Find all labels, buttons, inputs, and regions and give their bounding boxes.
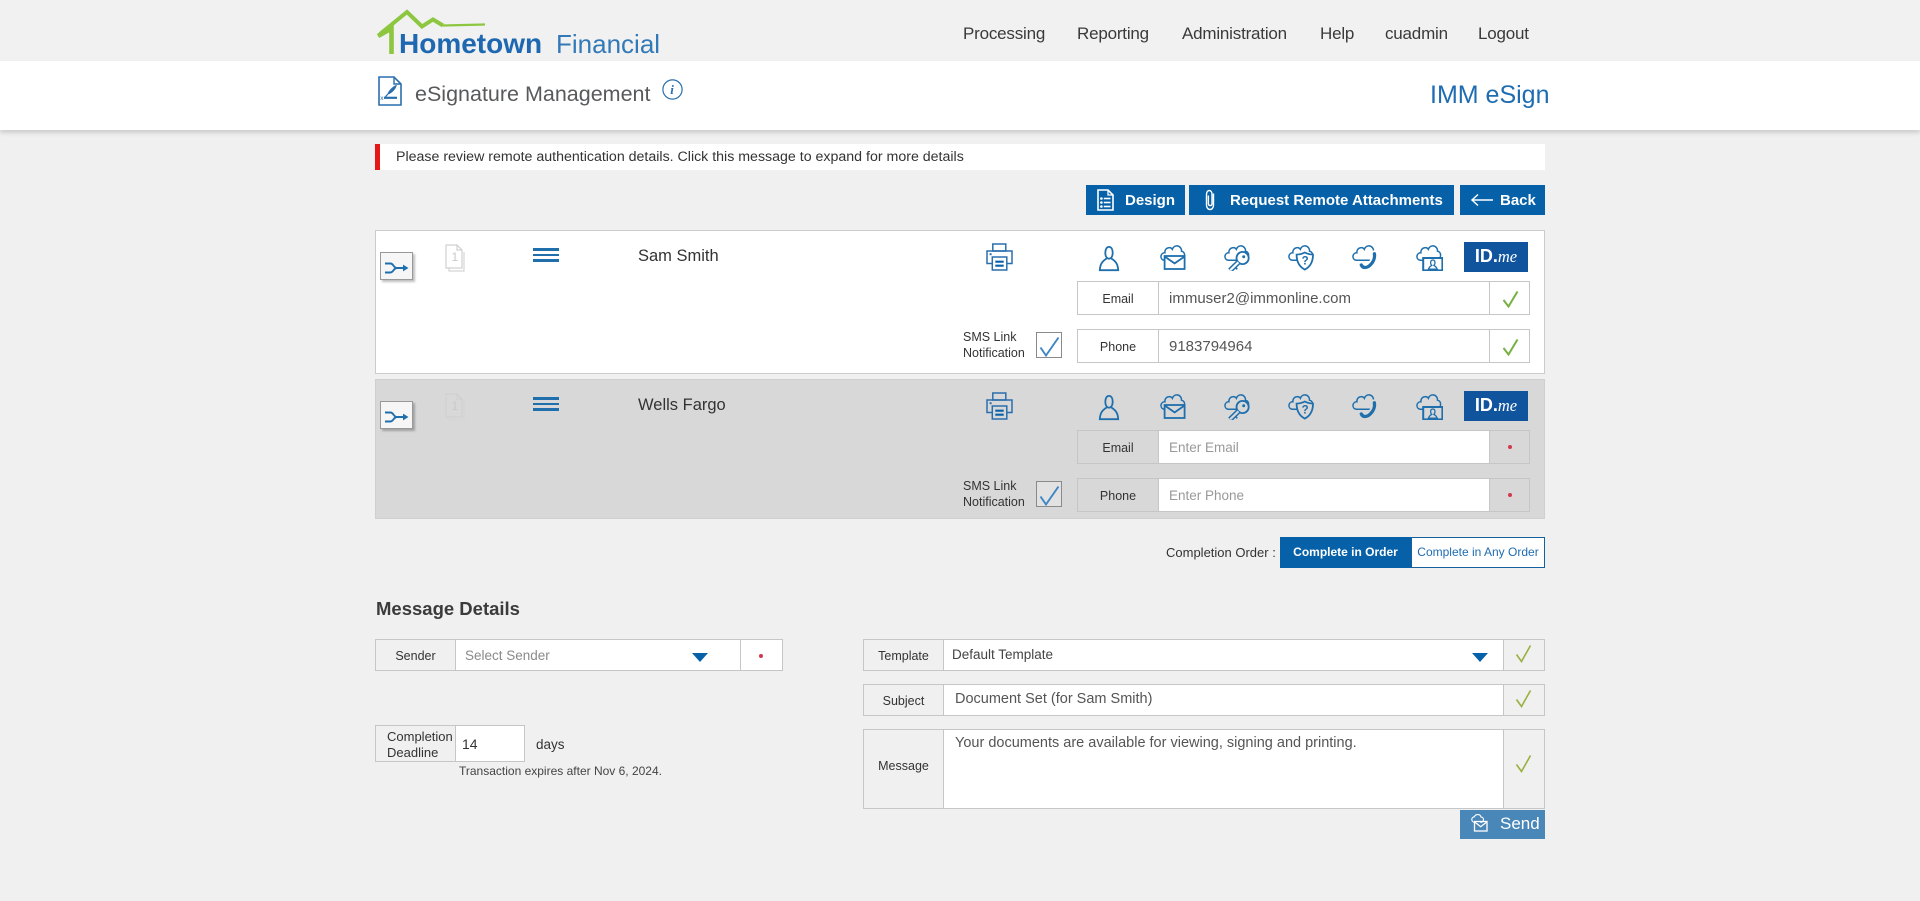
svg-text:Financial: Financial [556, 29, 660, 59]
svg-text:?: ? [1302, 405, 1309, 417]
svg-text:1: 1 [452, 399, 459, 413]
svg-text:1: 1 [452, 250, 459, 264]
svg-text:Hometown: Hometown [399, 28, 542, 59]
svg-text:i: i [670, 82, 674, 97]
svg-text:?: ? [1302, 256, 1309, 268]
